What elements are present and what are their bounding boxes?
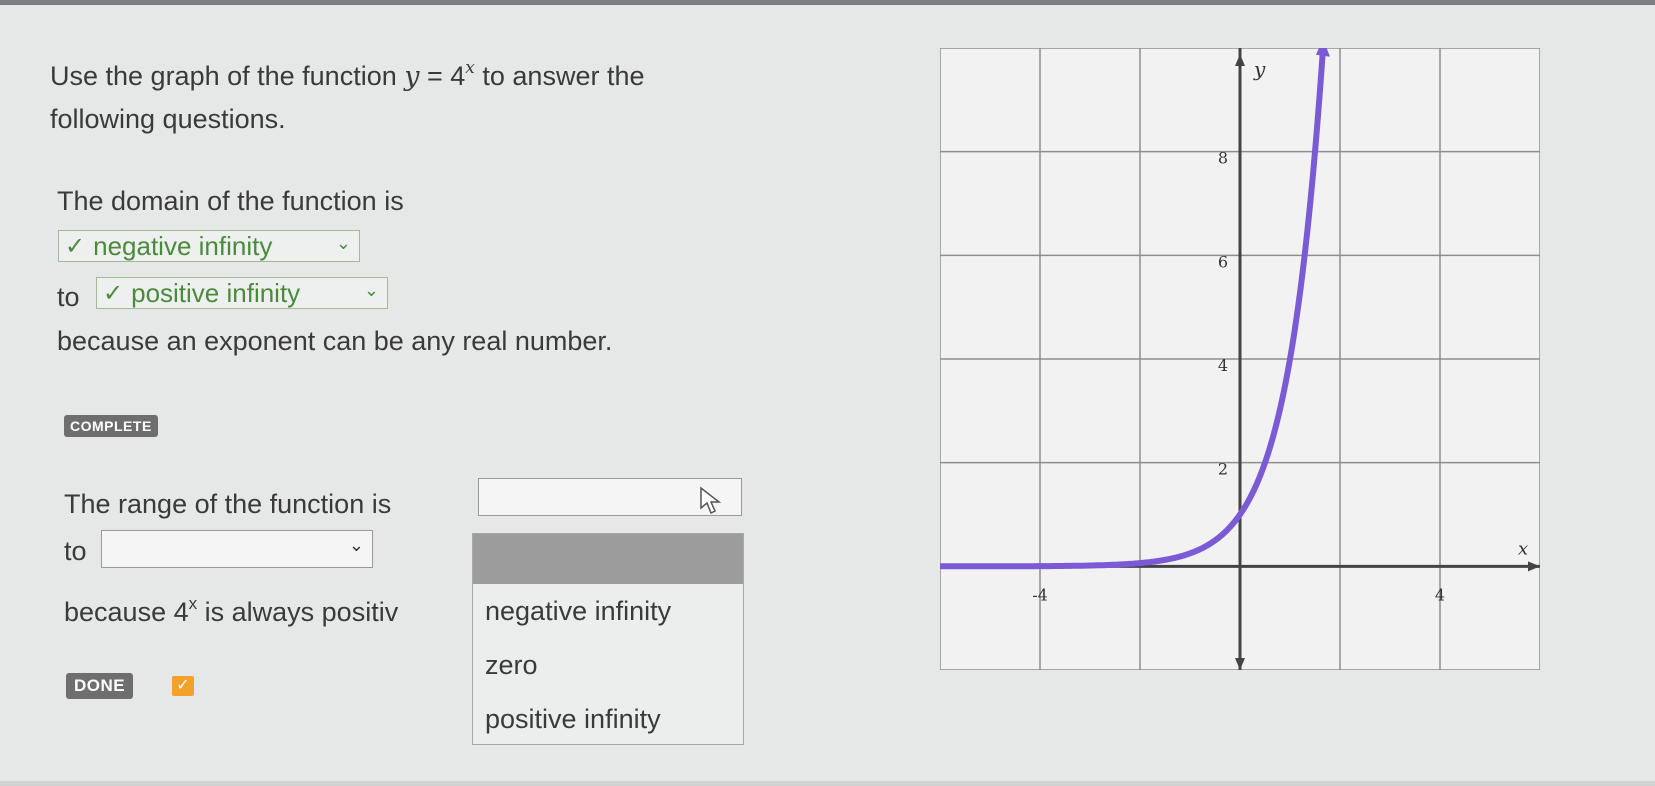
range-prompt: The range of the function is bbox=[64, 489, 392, 519]
domain-to-label: to bbox=[57, 282, 80, 312]
y-tick-label: 6 bbox=[1218, 252, 1228, 271]
done-badge: DONE bbox=[66, 673, 134, 699]
top-border bbox=[0, 0, 1655, 5]
x-tick-label: 4 bbox=[1435, 585, 1445, 604]
y-tick-label: 2 bbox=[1218, 460, 1228, 479]
range-dropdown-menu[interactable]: negative infinity zero positive infinity bbox=[472, 533, 744, 745]
y-tick-label: 8 bbox=[1218, 149, 1228, 168]
domain-from-dropdown[interactable]: ✓ negative infinity ⌄ bbox=[58, 230, 360, 262]
bottom-border bbox=[0, 781, 1655, 786]
dropdown-option-positive-infinity[interactable]: positive infinity bbox=[473, 692, 743, 746]
chevron-down-icon: ⌄ bbox=[335, 233, 351, 253]
range-to-dropdown[interactable]: ⌄ bbox=[101, 530, 373, 568]
y-tick-label: 4 bbox=[1218, 356, 1228, 375]
dropdown-menu-header bbox=[473, 534, 743, 584]
domain-from-value: negative infinity bbox=[93, 230, 273, 261]
question-intro-line1: Use the graph of the function y = 4x to … bbox=[50, 58, 645, 92]
complete-badge: COMPLETE bbox=[64, 415, 158, 437]
range-reason: because 4x is always positiv bbox=[64, 594, 399, 627]
y-axis-label: y bbox=[1253, 57, 1266, 81]
range-to-label: to bbox=[64, 536, 87, 566]
chevron-down-icon: ⌄ bbox=[363, 280, 379, 300]
domain-reason: because an exponent can be any real numb… bbox=[57, 326, 613, 356]
check-icon: ✓ bbox=[103, 279, 124, 307]
domain-to-value: positive infinity bbox=[131, 277, 301, 308]
domain-prompt: The domain of the function is bbox=[57, 186, 404, 216]
check-icon: ✓ bbox=[172, 676, 194, 696]
domain-to-dropdown[interactable]: ✓ positive infinity ⌄ bbox=[96, 277, 388, 309]
chevron-down-icon: ⌄ bbox=[348, 535, 364, 555]
check-icon: ✓ bbox=[65, 232, 86, 260]
question-intro-line2: following questions. bbox=[50, 104, 286, 134]
x-axis-label: x bbox=[1518, 538, 1528, 559]
exponential-graph: -4 4 2 4 6 8 x y bbox=[940, 48, 1540, 670]
dropdown-option-negative-infinity[interactable]: negative infinity bbox=[473, 584, 743, 638]
dropdown-option-zero[interactable]: zero bbox=[473, 638, 743, 692]
mouse-pointer-icon bbox=[699, 486, 725, 521]
x-tick-label: -4 bbox=[1032, 585, 1048, 604]
